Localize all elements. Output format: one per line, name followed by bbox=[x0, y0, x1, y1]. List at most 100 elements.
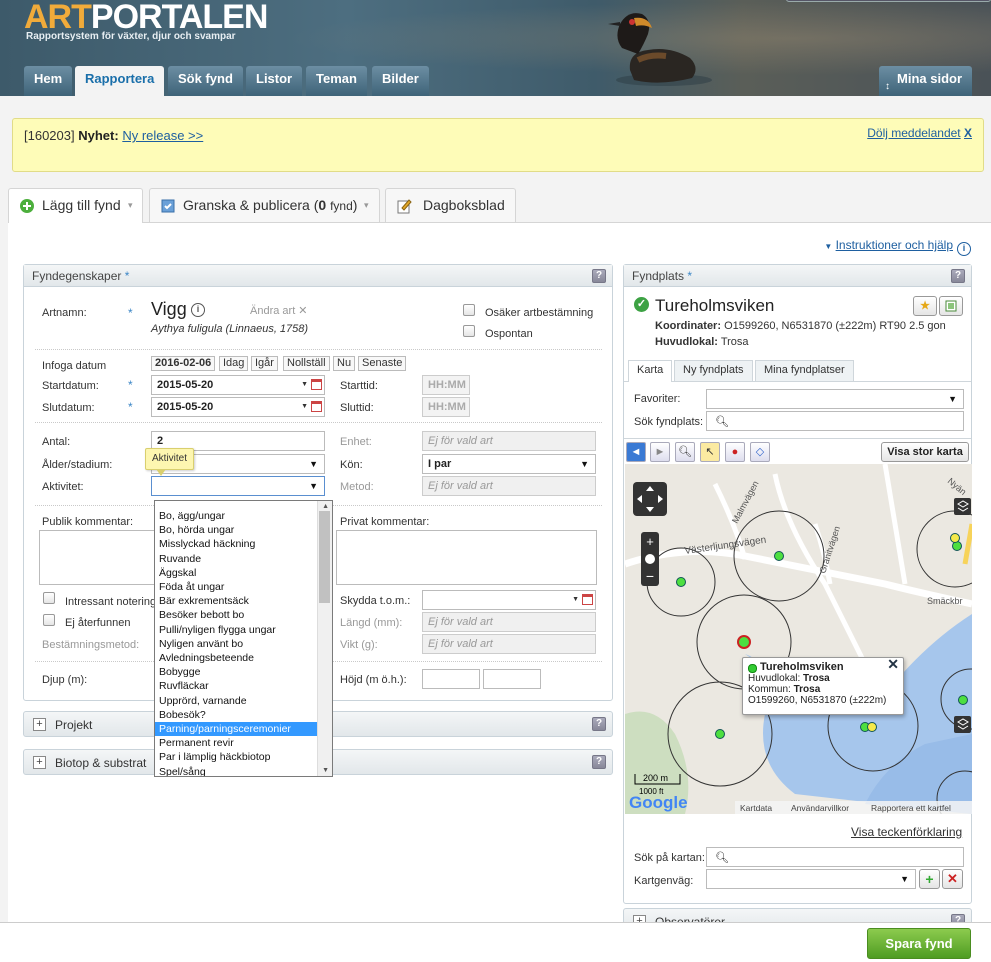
calendar-icon[interactable] bbox=[311, 379, 322, 390]
tab-dagboksblad[interactable]: Dagboksblad bbox=[385, 188, 516, 222]
tab-lagg-till-fynd[interactable]: Lägg till fynd ▾ bbox=[8, 188, 143, 223]
uncertain-checkbox[interactable] bbox=[463, 304, 475, 316]
hide-notice-link[interactable]: Dölj meddelandet bbox=[867, 126, 960, 140]
activity-option[interactable]: Ruvfläckar bbox=[155, 679, 318, 693]
private-comment-textarea[interactable] bbox=[336, 530, 597, 585]
nav-tab-teman[interactable]: Teman bbox=[306, 66, 367, 96]
pan-control-icon[interactable] bbox=[633, 482, 667, 516]
attrib-kartdata[interactable]: Kartdata bbox=[740, 803, 772, 813]
aktivitet-select[interactable] bbox=[151, 476, 325, 496]
activity-option[interactable]: Par i lämplig häckbiotop bbox=[155, 750, 318, 764]
nav-tab-bilder[interactable]: Bilder bbox=[372, 66, 429, 96]
sok-kartan-input[interactable]: 🔍︎ bbox=[706, 847, 964, 867]
help-link[interactable]: ▼ Instruktioner och hjälp i bbox=[824, 238, 971, 256]
height-min-input[interactable] bbox=[422, 669, 480, 689]
activity-option[interactable]: Föda åt ungar bbox=[155, 580, 318, 594]
date-button-senaste[interactable]: Senaste bbox=[358, 356, 407, 371]
activity-option[interactable]: Besöker bebott bo bbox=[155, 608, 318, 622]
activity-option[interactable]: Parning/parningsceremonier bbox=[155, 722, 318, 736]
back-arrow-icon[interactable]: ◄ bbox=[626, 442, 646, 462]
starttid-input[interactable]: HH:MM bbox=[422, 375, 470, 395]
favorite-star-icon[interactable]: ★ bbox=[913, 296, 937, 316]
zoom-in-icon[interactable]: + bbox=[646, 534, 654, 549]
nav-tab-listor[interactable]: Listor bbox=[246, 66, 303, 96]
scroll-down-icon[interactable]: ▼ bbox=[322, 767, 329, 774]
hide-notice-x[interactable]: X bbox=[964, 126, 972, 140]
public-comment-textarea[interactable] bbox=[39, 530, 157, 585]
species-info-icon[interactable]: i bbox=[191, 303, 205, 317]
zoom-control[interactable]: + − bbox=[641, 532, 659, 586]
date-button-nu[interactable]: Nu bbox=[333, 356, 356, 371]
help-question-icon[interactable]: ? bbox=[592, 755, 606, 769]
expand-plus-icon[interactable]: + bbox=[33, 718, 46, 731]
add-plus-icon[interactable]: + bbox=[919, 869, 940, 889]
attrib-report[interactable]: Rapportera ett kartfel bbox=[871, 803, 951, 813]
details-icon[interactable] bbox=[939, 296, 963, 316]
map[interactable]: Västerljungsvägen Malmvägen Granitvägen … bbox=[625, 464, 972, 814]
date-button-igar[interactable]: Igår bbox=[251, 356, 278, 371]
tab-granska-publicera[interactable]: Granska & publicera (0 fynd) ▾ bbox=[149, 188, 380, 222]
new-release-link[interactable]: Ny release >> bbox=[122, 128, 203, 143]
favoriter-select[interactable] bbox=[706, 389, 964, 409]
tab-karta[interactable]: Karta bbox=[628, 360, 673, 382]
slutdatum-input[interactable]: 2015-05-20 ▼ bbox=[151, 397, 325, 417]
logo[interactable]: ARTPORTALEN bbox=[24, 0, 268, 34]
expand-plus-icon[interactable]: + bbox=[33, 756, 46, 769]
nav-tab-sok-fynd[interactable]: Sök fynd bbox=[168, 66, 243, 96]
activity-option[interactable]: Bo, ägg/ungar bbox=[155, 509, 318, 523]
aktivitet-dropdown-list[interactable]: Bo, ägg/ungar Bo, hörda ungar Misslyckad h… bbox=[154, 500, 333, 777]
globe-icon[interactable] bbox=[645, 554, 655, 564]
kartgenvag-select[interactable] bbox=[706, 869, 916, 889]
help-question-icon[interactable]: ? bbox=[592, 269, 606, 283]
help-question-icon[interactable]: ? bbox=[592, 717, 606, 731]
show-big-map-button[interactable]: Visa stor karta bbox=[881, 442, 969, 462]
calendar-icon[interactable] bbox=[311, 401, 322, 412]
legend-link[interactable]: Visa teckenförklaring bbox=[851, 825, 962, 839]
info-icon[interactable]: i bbox=[957, 242, 971, 256]
tab-mina-fyndplatser[interactable]: Mina fyndplatser bbox=[755, 360, 854, 381]
date-button-idag[interactable]: Idag bbox=[219, 356, 249, 371]
activity-option[interactable]: Bär exkrementsäck bbox=[155, 594, 318, 608]
scroll-up-icon[interactable]: ▲ bbox=[322, 503, 329, 510]
sok-fyndplats-input[interactable]: 🔍︎ bbox=[706, 411, 964, 431]
polygon-icon[interactable]: ◇ bbox=[750, 442, 770, 462]
forward-arrow-icon[interactable]: ► bbox=[650, 442, 670, 462]
not-refound-checkbox[interactable] bbox=[43, 614, 55, 626]
interesting-checkbox[interactable] bbox=[43, 592, 55, 604]
delete-x-icon[interactable]: ✕ bbox=[942, 869, 963, 889]
activity-option[interactable]: Bobygge bbox=[155, 665, 318, 679]
activity-option[interactable]: Misslyckad häckning bbox=[155, 537, 318, 551]
scrollbar-thumb[interactable] bbox=[319, 511, 330, 603]
help-question-icon[interactable]: ? bbox=[951, 269, 965, 283]
protect-input[interactable]: ▼ bbox=[422, 590, 596, 610]
sluttid-input[interactable]: HH:MM bbox=[422, 397, 470, 417]
activity-option[interactable]: Bo, hörda ungar bbox=[155, 523, 318, 537]
zoom-out-icon[interactable]: − bbox=[646, 568, 654, 584]
attrib-villkor[interactable]: Användarvillkor bbox=[791, 803, 849, 813]
activity-option[interactable]: Äggskal bbox=[155, 566, 318, 580]
startdatum-input[interactable]: 2015-05-20 ▼ bbox=[151, 375, 325, 395]
map-canvas[interactable]: Västerljungsvägen Malmvägen Granitvägen … bbox=[625, 464, 972, 814]
nav-tab-mina-sidor[interactable]: ↕ Mina sidor bbox=[879, 66, 973, 96]
layers-icon[interactable] bbox=[954, 498, 971, 515]
change-species-link[interactable]: Ändra art ✕ bbox=[250, 304, 308, 317]
activity-option[interactable]: Permanent revir bbox=[155, 736, 318, 750]
place-marker-icon[interactable]: ● bbox=[725, 442, 745, 462]
nav-tab-hem[interactable]: Hem bbox=[24, 66, 73, 96]
zoom-icon[interactable]: 🔍︎ bbox=[675, 442, 695, 462]
date-button-nollstall[interactable]: Nollställ bbox=[283, 356, 330, 371]
popup-close-icon[interactable]: ✕ bbox=[887, 657, 899, 671]
activity-option[interactable]: Bobesök? bbox=[155, 708, 318, 722]
pointer-icon[interactable]: ↖ bbox=[700, 442, 720, 462]
activity-option[interactable]: Pulli/nyligen flygga ungar bbox=[155, 623, 318, 637]
layers-icon[interactable] bbox=[954, 716, 971, 733]
nav-tab-rapportera[interactable]: Rapportera bbox=[75, 66, 165, 96]
top-search-box[interactable] bbox=[786, 0, 991, 2]
scrollbar[interactable]: ▲ ▼ bbox=[317, 501, 332, 776]
date-button-today-date[interactable]: 2016-02-06 bbox=[151, 356, 216, 371]
tab-ny-fyndplats[interactable]: Ny fyndplats bbox=[674, 360, 753, 381]
activity-option[interactable]: Upprörd, varnande bbox=[155, 694, 318, 708]
activity-option[interactable]: Spel/sång bbox=[155, 765, 318, 776]
calendar-icon[interactable] bbox=[582, 594, 593, 605]
save-button[interactable]: Spara fynd bbox=[867, 928, 971, 959]
